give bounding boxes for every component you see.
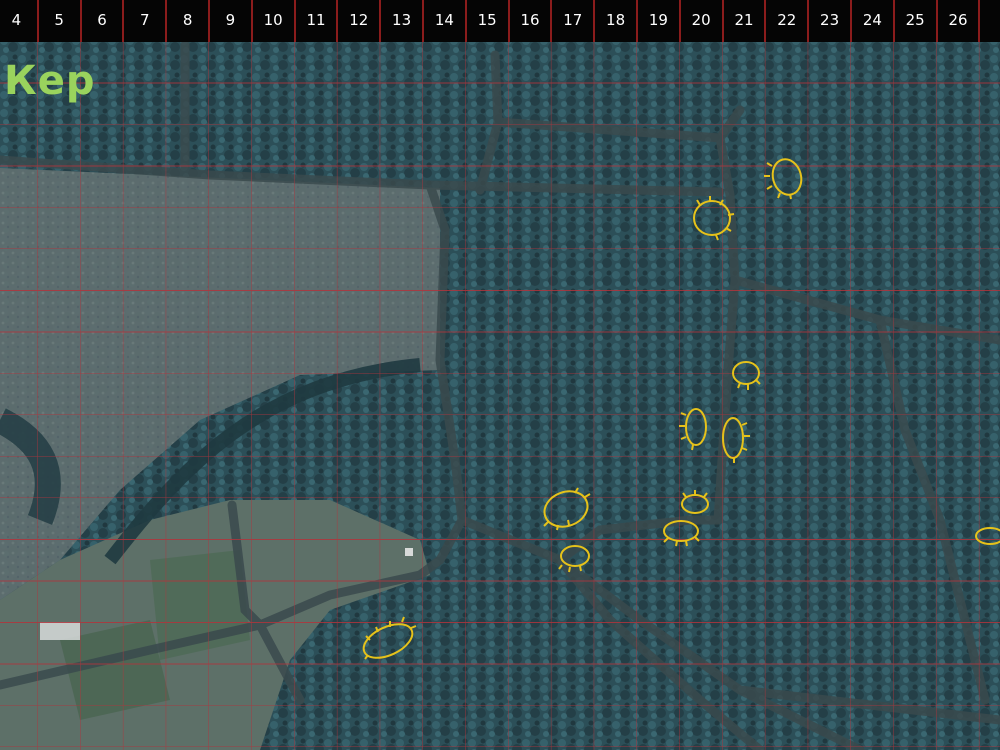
grid-column-label: 5	[54, 11, 64, 29]
grid-column-label: 8	[182, 11, 193, 29]
grid-column-label: 24	[862, 11, 882, 29]
grid-column-label: 18	[606, 11, 626, 29]
grid-column-label: 26	[948, 11, 968, 29]
grid-column-label: 14	[434, 11, 454, 29]
grid-column-label: 16	[520, 11, 540, 29]
grid-column-label: 15	[477, 11, 497, 29]
grid-column-label: 11	[306, 11, 326, 29]
grid-column-label: 20	[691, 11, 711, 29]
grid-column-label: 7	[140, 11, 150, 29]
grid-column-label: 17	[563, 11, 583, 29]
grid-overlay	[0, 0, 1000, 750]
map-title-label: Кер	[4, 58, 96, 104]
grid-column-label: 13	[392, 11, 412, 29]
grid-column-label: 21	[734, 11, 754, 29]
grid-column-header: 4 5 6 7 8 9 10 11 12 13 14 15 16 17 18 19 20 21 22 23 24 25 26	[0, 0, 1000, 42]
grid-column-separator	[978, 0, 981, 42]
grid-column-label: 19	[648, 11, 668, 29]
satellite-layer	[0, 0, 1000, 750]
grid-column-label: 12	[349, 11, 369, 29]
grid-column-label: 6	[97, 11, 107, 29]
grid-column-label: 4	[11, 11, 22, 29]
grid-column-label: 10	[263, 11, 283, 29]
grid-column-label: 25	[905, 11, 925, 29]
grid-column-label: 9	[225, 11, 236, 29]
map-view[interactable]: Кер 4 5 6 7 8 9 10 11 12 13 14 15 16 17 18 19 20 21 22 23 24…	[0, 0, 1000, 750]
grid-column-label: 23	[820, 11, 840, 29]
grid-column-label: 22	[777, 11, 797, 29]
